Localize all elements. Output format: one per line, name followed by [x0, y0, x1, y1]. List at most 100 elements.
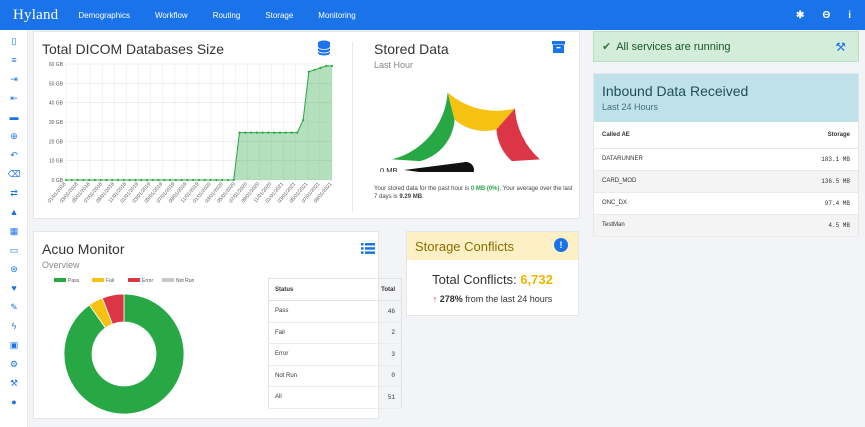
inbound-card: Inbound Data Received Last 24 Hours Call…: [593, 73, 859, 237]
globe-icon[interactable]: ⊕: [0, 128, 28, 144]
data-point: [105, 178, 108, 182]
gear-icon[interactable]: ✱: [796, 10, 804, 21]
nav-demographics[interactable]: Demographics: [78, 11, 130, 20]
services-status-text: All services are running: [616, 40, 731, 53]
nav-links: Demographics Workflow Routing Storage Mo…: [78, 11, 380, 20]
trash-icon[interactable]: ⌫: [0, 166, 28, 182]
acuo-donut-chart: Pass Fail Error Not Run: [54, 278, 195, 415]
data-point: [307, 70, 310, 73]
archive-icon[interactable]: ▬: [0, 109, 28, 125]
legend-swatch: [162, 278, 174, 282]
acuo-subtitle: Overview: [42, 260, 80, 270]
column-header-storage[interactable]: Storage: [741, 122, 858, 149]
table-row[interactable]: All 51: [268, 386, 402, 409]
brand-logo[interactable]: Hyland: [13, 7, 58, 24]
total-cell: 3: [343, 343, 402, 366]
table-row[interactable]: Pass 46: [268, 300, 402, 323]
nav-monitoring[interactable]: Monitoring: [318, 11, 355, 20]
data-point: [255, 131, 258, 134]
conflicts-title: Storage Conflicts: [415, 239, 514, 254]
table-row[interactable]: TestMan 4.5 MB: [594, 214, 858, 237]
nav-storage[interactable]: Storage: [265, 11, 293, 20]
table-row[interactable]: Not Run 0: [268, 365, 402, 387]
conflicts-header: Storage Conflicts !: [407, 232, 578, 260]
arrow-up-icon: ↑: [432, 294, 438, 304]
legend-swatch: [92, 278, 104, 282]
data-point: [290, 131, 293, 134]
database-icon[interactable]: ≡: [0, 52, 28, 68]
acuo-status-table: Status Total Pass 46 Fail 2 Error 3 Not Run 0 Al…: [268, 278, 402, 409]
data-point: [163, 178, 166, 182]
road-icon[interactable]: ▲: [0, 204, 28, 220]
undo-icon[interactable]: ↶: [0, 147, 28, 163]
map-icon[interactable]: ▦: [0, 223, 28, 239]
data-point: [330, 64, 334, 68]
data-point: [226, 178, 230, 182]
list-icon[interactable]: [361, 243, 375, 254]
data-point: [134, 178, 137, 182]
dicom-area-chart: 0 GB10 GB20 GB30 GB40 GB50 GB60 GB01/01/…: [47, 62, 334, 204]
info-icon[interactable]: i: [848, 10, 851, 21]
data-point: [209, 178, 212, 182]
legend-swatch: [54, 278, 66, 282]
data-point: [93, 178, 97, 182]
sign-out-icon[interactable]: ⇤: [0, 90, 28, 106]
stored-gauge: 0 MB: [380, 92, 540, 172]
data-point: [76, 178, 79, 182]
data-point: [319, 66, 322, 69]
database-icon[interactable]: [317, 40, 331, 56]
lock-icon[interactable]: ▣: [0, 337, 28, 353]
column-header-called-ae[interactable]: Called AE: [594, 122, 742, 149]
info-circle-icon[interactable]: ●: [0, 394, 28, 410]
total-cell: 46: [343, 300, 402, 323]
gauge-value-label: 0 MB: [380, 166, 398, 172]
table-row[interactable]: CARD_MOD 136.5 MB: [594, 170, 858, 193]
column-header-total[interactable]: Total: [343, 278, 402, 301]
called-ae-cell: ONC_DX: [594, 192, 742, 215]
inbound-title: Inbound Data Received: [602, 83, 749, 99]
stored-note-avg: 9.29 MB: [399, 194, 423, 200]
called-ae-cell: TestMan: [594, 214, 742, 237]
edit-icon[interactable]: ✎: [0, 299, 28, 315]
user-circle-icon[interactable]: Θ: [822, 10, 830, 21]
table-row[interactable]: Fail 2: [268, 322, 402, 344]
gauge-band-green: [392, 92, 455, 162]
data-point: [140, 178, 143, 182]
data-point: [232, 178, 235, 182]
nav-right: ✱ Θ i: [796, 0, 851, 30]
exchange-icon[interactable]: ⇄: [0, 185, 28, 201]
heartbeat-icon[interactable]: ♥: [0, 280, 28, 296]
table-row[interactable]: Error 3: [268, 343, 402, 366]
inbound-table: Called AE Storage DATARUNNER 183.1 MB CARD…: [594, 122, 858, 237]
archive-icon[interactable]: [552, 41, 565, 53]
data-point: [145, 178, 149, 182]
stored-title: Stored Data: [374, 41, 449, 57]
sidebar: ▯ ≡ ⇥ ⇤ ▬ ⊕ ↶ ⌫ ⇄ ▲ ▦ ▭ ⊛ ♥ ✎ ϟ ▣ ⚙ ⚒ ●: [0, 30, 28, 427]
conflicts-delta: ↑ 278% from the last 24 hours: [407, 294, 578, 304]
life-ring-icon[interactable]: ⊛: [0, 261, 28, 277]
legend-label: Fail: [106, 278, 114, 284]
storage-conflicts-card: Storage Conflicts ! Total Conflicts: 6,7…: [406, 231, 579, 316]
nav-routing[interactable]: Routing: [213, 11, 241, 20]
data-point: [99, 178, 102, 182]
column-header-status[interactable]: Status: [268, 278, 344, 301]
data-point: [192, 178, 195, 182]
info-icon[interactable]: !: [554, 238, 568, 252]
table-row[interactable]: DATARUNNER 183.1 MB: [594, 148, 858, 171]
stored-note-pre: Your stored data for the past hour is: [374, 186, 470, 192]
bolt-icon[interactable]: ϟ: [0, 318, 28, 334]
total-cell: 0: [343, 365, 402, 387]
wrench-icon[interactable]: ⚒: [835, 40, 846, 54]
data-point: [249, 131, 253, 134]
nav-workflow[interactable]: Workflow: [155, 11, 188, 20]
hdd-icon[interactable]: ▭: [0, 242, 28, 258]
sign-in-icon[interactable]: ⇥: [0, 71, 28, 87]
file-icon[interactable]: ▯: [0, 33, 28, 49]
services-status-banner: ✔ All services are running ⚒: [593, 31, 859, 62]
cogs-icon[interactable]: ⚙: [0, 356, 28, 372]
data-point: [313, 68, 316, 71]
table-row[interactable]: ONC_DX 97.4 MB: [594, 192, 858, 215]
data-point: [197, 178, 201, 182]
wrench-icon[interactable]: ⚒: [0, 375, 28, 391]
data-point: [273, 131, 276, 134]
